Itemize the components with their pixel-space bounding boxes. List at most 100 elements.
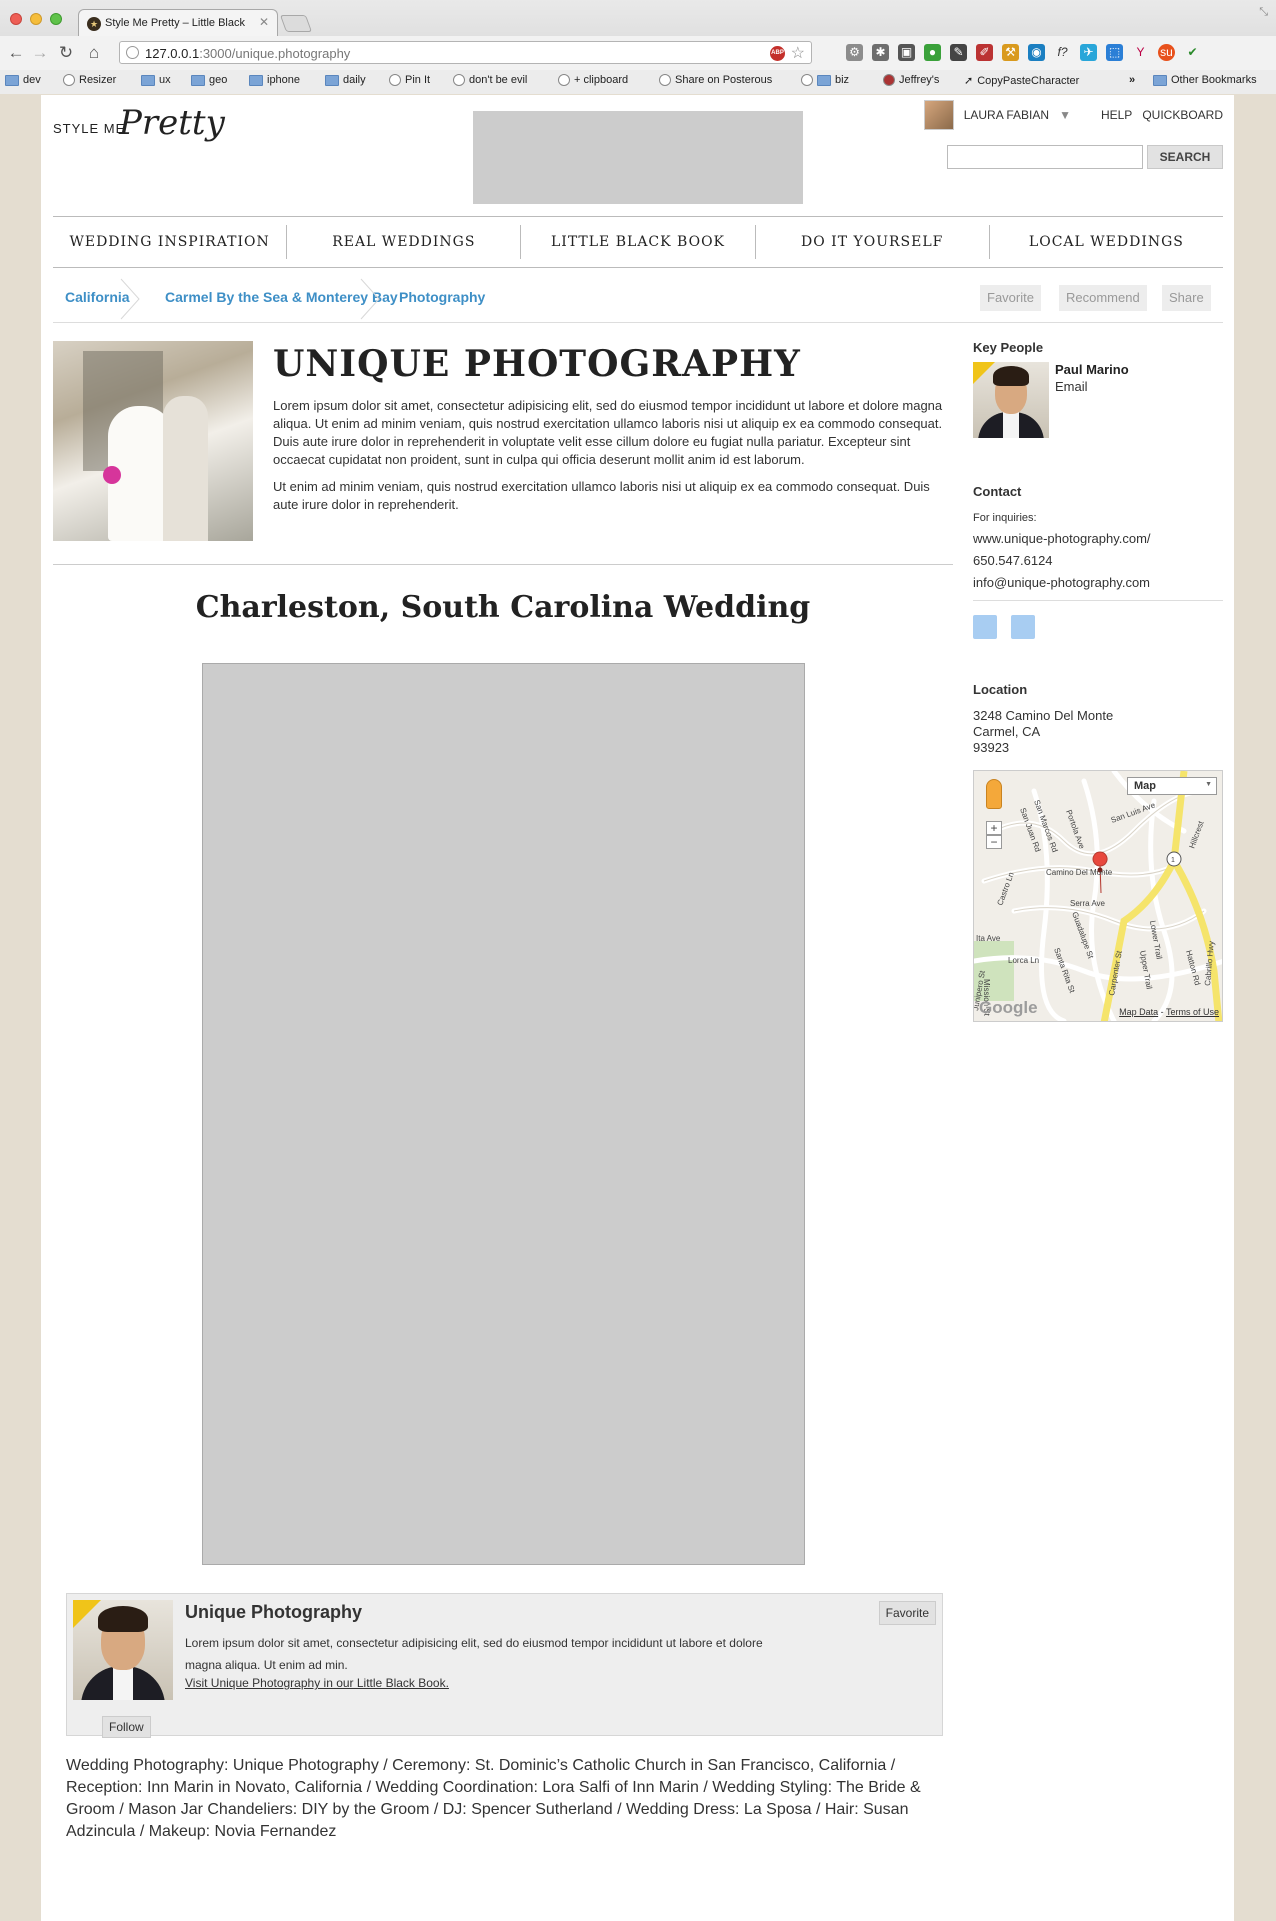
bookmark-pin-it[interactable]: Pin It [389,74,430,86]
map-type-select[interactable]: Map [1127,777,1217,795]
bookmark-daily[interactable]: daily [325,74,366,86]
little-black-book-link[interactable]: Visit Unique Photography in our Little B… [185,1676,449,1690]
zoom-out-icon[interactable]: − [986,835,1002,849]
social-icon[interactable] [973,615,997,639]
extension-icons: ⚙ ✱ ▣ ● ✎ ✐ ⚒ ◉ f? ✈ ⬚ Y su ✔ [846,44,1201,62]
recommend-button[interactable]: Recommend [1059,285,1147,311]
map-street-label: Carpenter St [1107,949,1124,996]
post-image-placeholder[interactable] [202,663,805,1565]
website-link[interactable]: www.unique-photography.com/ [973,531,1151,546]
screenshot-extension-icon[interactable]: ▣ [898,44,915,61]
bookmark-star-icon[interactable]: ☆ [791,43,805,63]
vendor-card-name[interactable]: Unique Photography [185,1602,362,1623]
inquiries-label: For inquiries: [973,512,1037,524]
search-input[interactable] [947,145,1143,169]
user-name[interactable]: LAURA FABIAN [964,108,1049,122]
page-icon [389,74,401,86]
nav-wedding-inspiration[interactable]: WEDDING INSPIRATION [53,225,288,259]
site-logo[interactable]: STYLE ME Pretty [53,103,225,148]
adblock-icon[interactable]: ABP [770,46,785,61]
browser-tab[interactable]: ★ Style Me Pretty – Little Black ✕ [78,9,278,36]
fullscreen-icon[interactable]: ⤡ [1259,6,1268,19]
evernote-extension-icon[interactable]: ● [924,44,941,61]
location-heading: Location [973,682,1028,697]
map-street-label: Upper Trail [1138,950,1154,990]
help-link[interactable]: HELP [1101,108,1132,122]
gear-extension-icon[interactable]: ⚙ [846,44,863,61]
location-map[interactable]: Camino Del Monte Serra Ave Lorca Ln Carp… [973,770,1223,1022]
close-window-button[interactable] [10,13,22,25]
zoom-in-icon[interactable]: + [986,821,1002,835]
pointer-icon: ➚ [964,75,974,87]
address-bar[interactable]: 127.0.0.1:3000/unique.photography ABP ☆ [119,41,812,64]
address-line: 93923 [973,740,1010,755]
quickboard-link[interactable]: QUICKBOARD [1142,108,1223,122]
share-button[interactable]: Share [1162,285,1211,311]
site-search: SEARCH [947,145,1223,169]
reload-icon[interactable]: ↻ [56,43,76,63]
vendor-avatar[interactable] [73,1600,173,1700]
home-icon[interactable]: ⌂ [84,43,104,63]
contact-heading: Contact [973,484,1022,499]
bookmark-biz[interactable]: biz [801,74,849,86]
favorite-button[interactable]: Favorite [980,285,1041,311]
bookmark-resizer[interactable]: Resizer [63,74,116,86]
bookmark-jeffreys[interactable]: Jeffrey's [883,74,939,86]
social-icon[interactable] [1011,615,1035,639]
caret-down-icon[interactable]: ▼ [1059,108,1071,122]
bookmarks-overflow-icon[interactable]: » [1129,74,1135,86]
stumbleupon-extension-icon[interactable]: su [1158,44,1175,61]
resize-extension-icon[interactable]: ⬚ [1106,44,1123,61]
bookmark-dont-be-evil[interactable]: don't be evil [453,74,527,86]
forward-icon[interactable]: → [30,43,50,63]
key-person: Paul Marino Email [973,362,1223,442]
map-street-label: Santa Rita St [1052,947,1077,995]
browser-toolbar: ← → ↻ ⌂ 127.0.0.1:3000/unique.photograph… [0,36,1276,70]
circle-extension-icon[interactable]: ◉ [1028,44,1045,61]
nav-local-weddings[interactable]: LOCAL WEDDINGS [990,225,1223,259]
email-link[interactable]: info@unique-photography.com [973,575,1150,590]
street-view-icon[interactable] [986,779,1002,809]
page-info-icon[interactable] [126,46,139,59]
tools-extension-icon[interactable]: ⚒ [1002,44,1019,61]
person-name[interactable]: Paul Marino [1055,362,1129,377]
back-icon[interactable]: ← [6,43,26,63]
key-people-heading: Key People [973,340,1044,355]
branch-extension-icon[interactable]: Y [1132,44,1149,61]
logo-text: STYLE ME [53,121,126,136]
pen-extension-icon[interactable]: ✎ [950,44,967,61]
bookmark-geo[interactable]: geo [191,74,227,86]
vendor-card-favorite-button[interactable]: Favorite [878,1601,936,1625]
bookmark-clipboard[interactable]: + clipboard [558,74,628,86]
bug-extension-icon[interactable]: ✱ [872,44,889,61]
folder-icon [191,74,205,86]
tab-close-icon[interactable]: ✕ [259,15,269,29]
terms-link[interactable]: Terms of Use [1166,1007,1219,1017]
other-bookmarks[interactable]: Other Bookmarks [1153,74,1257,86]
search-button[interactable]: SEARCH [1147,145,1223,169]
new-tab-button[interactable] [279,15,313,32]
map-data-link[interactable]: Map Data [1119,1007,1158,1017]
url-text: 127.0.0.1:3000/unique.photography [145,46,351,61]
function-extension-icon[interactable]: f? [1054,44,1071,61]
zoom-window-button[interactable] [50,13,62,25]
bird-extension-icon[interactable]: ✈ [1080,44,1097,61]
wrench-icon[interactable]: ✔ [1184,44,1201,61]
bookmark-copypastecharacter[interactable]: ➚ CopyPasteCharacter [964,74,1079,88]
tab-title: Style Me Pretty – Little Black [105,17,245,29]
nav-real-weddings[interactable]: REAL WEDDINGS [287,225,522,259]
bookmark-posterous[interactable]: Share on Posterous [659,74,772,86]
bookmark-dev[interactable]: dev [5,74,41,86]
nav-do-it-yourself[interactable]: DO IT YOURSELF [756,225,990,259]
eyedropper-extension-icon[interactable]: ✐ [976,44,993,61]
person-email-link[interactable]: Email [1055,379,1088,394]
nav-little-black-book[interactable]: LITTLE BLACK BOOK [521,225,756,259]
follow-button[interactable]: Follow [102,1716,151,1738]
minimize-window-button[interactable] [30,13,42,25]
bookmark-iphone[interactable]: iphone [249,74,300,86]
user-avatar[interactable] [923,100,954,130]
person-avatar[interactable] [973,362,1049,438]
post-title[interactable]: Charleston, South Carolina Wedding [53,590,953,625]
breadcrumb-photography[interactable]: Photography [399,289,485,305]
bookmark-ux[interactable]: ux [141,74,171,86]
